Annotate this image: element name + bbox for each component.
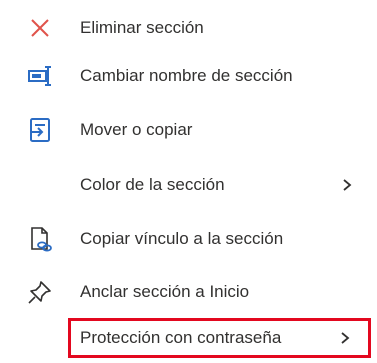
- menu-item-label: Mover o copiar: [80, 120, 193, 139]
- menu-item-copy-section-link[interactable]: Copiar vínculo a la sección: [0, 219, 377, 259]
- pin-icon: [26, 278, 54, 306]
- menu-item-rename-section[interactable]: Cambiar nombre de sección: [0, 56, 377, 96]
- section-context-menu: Eliminar sección Cambiar nombre de secci…: [0, 0, 377, 363]
- close-x-icon: [26, 14, 54, 42]
- chevron-right-icon: [338, 326, 352, 350]
- menu-item-delete-section[interactable]: Eliminar sección: [0, 8, 377, 48]
- rename-icon: [26, 62, 54, 90]
- menu-item-password-protection[interactable]: Protección con contraseña: [0, 318, 377, 358]
- menu-item-label: Anclar sección a Inicio: [80, 282, 250, 301]
- menu-item-label: Eliminar sección: [80, 18, 204, 37]
- menu-item-label: Color de la sección: [80, 175, 225, 194]
- menu-item-section-color[interactable]: Color de la sección: [0, 165, 377, 205]
- menu-item-move-copy[interactable]: Mover o copiar: [0, 110, 377, 150]
- menu-item-label: Cambiar nombre de sección: [80, 66, 293, 85]
- move-copy-icon: [26, 116, 54, 144]
- menu-item-label: Copiar vínculo a la sección: [80, 229, 284, 248]
- menu-item-pin-section[interactable]: Anclar sección a Inicio: [0, 272, 377, 312]
- menu-item-label: Protección con contraseña: [80, 328, 282, 347]
- copy-link-icon: [26, 225, 54, 253]
- chevron-right-icon: [340, 173, 354, 197]
